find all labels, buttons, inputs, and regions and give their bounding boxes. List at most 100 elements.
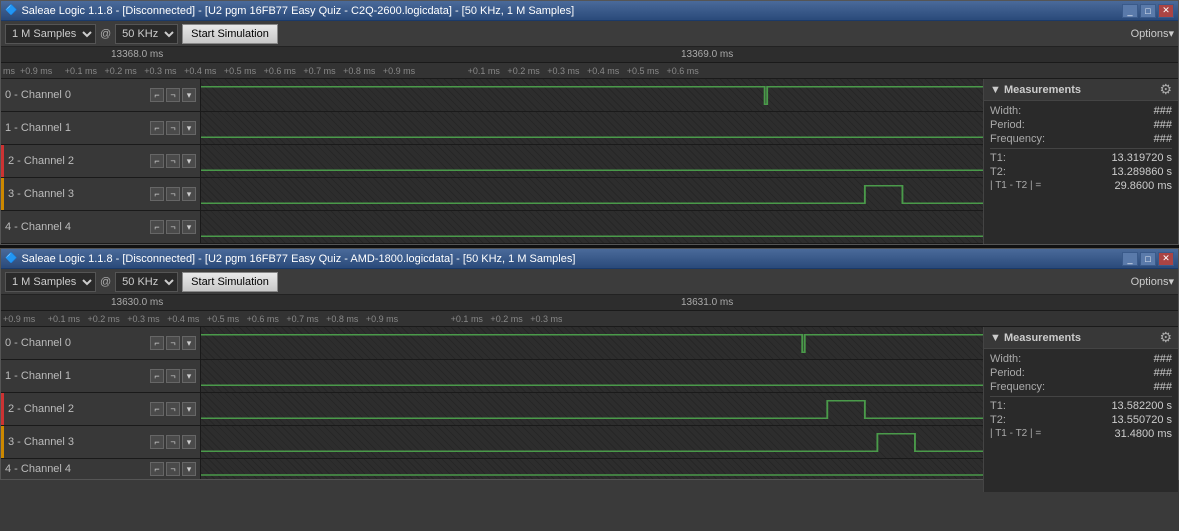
- ch-ctrl-c-0-1[interactable]: ▾: [182, 88, 196, 102]
- ch-ctrl-a-3-1[interactable]: ⌐: [150, 187, 164, 201]
- meas-freq-value-2: ###: [1154, 381, 1172, 393]
- toolbar-1: 1 M Samples @ 50 KHz Start Simulation Op…: [1, 21, 1178, 47]
- meas-period-value-1: ###: [1154, 119, 1172, 131]
- ch-ctrl-b-2-1[interactable]: ¬: [166, 154, 180, 168]
- channel-name-3-2: 3 - Channel 3: [8, 436, 74, 448]
- meas-freq-label-1: Frequency:: [990, 133, 1045, 145]
- channel-label-4-1: 4 - Channel 4 ⌐ ¬ ▾: [1, 211, 201, 243]
- ch-ctrl-a-3-2[interactable]: ⌐: [150, 435, 164, 449]
- options-btn-1[interactable]: Options▾: [1131, 27, 1174, 40]
- ch-ctrl-c-3-1[interactable]: ▾: [182, 187, 196, 201]
- meas-t1-row-2: T1: 13.582200 s: [990, 400, 1172, 412]
- samples-select-2[interactable]: 1 M Samples: [5, 272, 96, 292]
- channel-label-1-2: 1 - Channel 1 ⌐ ¬ ▾: [1, 360, 201, 392]
- channel-label-1-1: 1 - Channel 1 ⌐ ¬ ▾: [1, 112, 201, 144]
- ch-ctrl-a-1-1[interactable]: ⌐: [150, 121, 164, 135]
- ch-ctrl-a-2-2[interactable]: ⌐: [150, 402, 164, 416]
- measurements-body-1: Width: ### Period: ### Frequency: ### T1…: [984, 101, 1178, 198]
- ch-ctrl-b-1-1[interactable]: ¬: [166, 121, 180, 135]
- meas-diff-row-1: | T1 - T2 | = 29.8600 ms: [990, 180, 1172, 192]
- channel-label-0-1: 0 - Channel 0 ⌐ ¬ ▾: [1, 79, 201, 111]
- channel-name-0-1: 0 - Channel 0: [5, 89, 71, 101]
- ch-ctrl-c-1-2[interactable]: ▾: [182, 369, 196, 383]
- channel-name-2-2: 2 - Channel 2: [8, 403, 74, 415]
- meas-t2-value-1: 13.289860 s: [1111, 166, 1172, 178]
- meas-period-label-1: Period:: [990, 119, 1025, 131]
- options-btn-2[interactable]: Options▾: [1131, 275, 1174, 288]
- ch-ctrl-b-0-2[interactable]: ¬: [166, 336, 180, 350]
- meas-period-row-2: Period: ###: [990, 367, 1172, 379]
- ch-ctrl-a-0-1[interactable]: ⌐: [150, 88, 164, 102]
- channel-name-1-2: 1 - Channel 1: [5, 370, 71, 382]
- ch-ctrl-c-4-2[interactable]: ▾: [182, 462, 196, 476]
- window-controls-1: _ □ ✕: [1122, 4, 1174, 18]
- ch-ctrl-b-3-1[interactable]: ¬: [166, 187, 180, 201]
- timeline-bar-2: 13630.0 ms 13631.0 ms: [1, 295, 1178, 311]
- ch-ctrl-b-4-2[interactable]: ¬: [166, 462, 180, 476]
- measurements-header-2: ▼ Measurements ⚙: [984, 327, 1178, 349]
- measurements-title-2: ▼ Measurements: [990, 332, 1081, 344]
- ch-ctrl-c-0-2[interactable]: ▾: [182, 336, 196, 350]
- ch-ctrl-a-0-2[interactable]: ⌐: [150, 336, 164, 350]
- ch-ctrl-c-2-2[interactable]: ▾: [182, 402, 196, 416]
- ch-ctrl-c-3-2[interactable]: ▾: [182, 435, 196, 449]
- ch-ctrl-c-1-1[interactable]: ▾: [182, 121, 196, 135]
- measurements-header-1: ▼ Measurements ⚙: [984, 79, 1178, 101]
- channel-label-2-2: 2 - Channel 2 ⌐ ¬ ▾: [1, 393, 201, 425]
- channel-label-3-2: 3 - Channel 3 ⌐ ¬ ▾: [1, 426, 201, 458]
- meas-freq-row-1: Frequency: ###: [990, 133, 1172, 145]
- ch-ctrl-b-1-2[interactable]: ¬: [166, 369, 180, 383]
- samples-select-1[interactable]: 1 M Samples: [5, 24, 96, 44]
- title-bar-2: 🔷 Saleae Logic 1.1.8 - [Disconnected] - …: [1, 249, 1178, 269]
- channel-controls-2-2: ⌐ ¬ ▾: [150, 402, 196, 416]
- minimize-btn-2[interactable]: _: [1122, 252, 1138, 266]
- ch-ctrl-b-4-1[interactable]: ¬: [166, 220, 180, 234]
- measurements-title-1: ▼ Measurements: [990, 84, 1081, 96]
- meas-t1-label-1: T1:: [990, 152, 1006, 164]
- meas-period-row-1: Period: ###: [990, 119, 1172, 131]
- ch-ctrl-a-1-2[interactable]: ⌐: [150, 369, 164, 383]
- app-icon-1: 🔷: [5, 5, 17, 16]
- meas-width-value-2: ###: [1154, 353, 1172, 365]
- maximize-btn-1[interactable]: □: [1140, 4, 1156, 18]
- window-title-2: Saleae Logic 1.1.8 - [Disconnected] - [U…: [21, 253, 575, 265]
- meas-t2-label-1: T2:: [990, 166, 1006, 178]
- meas-t2-value-2: 13.550720 s: [1111, 414, 1172, 426]
- channel-name-2-1: 2 - Channel 2: [8, 155, 74, 167]
- ch-ctrl-c-2-1[interactable]: ▾: [182, 154, 196, 168]
- measurements-body-2: Width: ### Period: ### Frequency: ### T1…: [984, 349, 1178, 446]
- time-left-2: 13630.0 ms: [111, 297, 163, 308]
- close-btn-2[interactable]: ✕: [1158, 252, 1174, 266]
- meas-width-value-1: ###: [1154, 105, 1172, 117]
- meas-t2-row-1: T2: 13.289860 s: [990, 166, 1172, 178]
- ch-ctrl-a-4-2[interactable]: ⌐: [150, 462, 164, 476]
- ch-ctrl-b-2-2[interactable]: ¬: [166, 402, 180, 416]
- ch-ctrl-b-0-1[interactable]: ¬: [166, 88, 180, 102]
- ch-ctrl-a-2-1[interactable]: ⌐: [150, 154, 164, 168]
- start-sim-btn-2[interactable]: Start Simulation: [182, 272, 278, 292]
- window-controls-2: _ □ ✕: [1122, 252, 1174, 266]
- close-btn-1[interactable]: ✕: [1158, 4, 1174, 18]
- channel-label-2-1: 2 - Channel 2 ⌐ ¬ ▾: [1, 145, 201, 177]
- window-2: 🔷 Saleae Logic 1.1.8 - [Disconnected] - …: [0, 248, 1179, 480]
- channel-name-3-1: 3 - Channel 3: [8, 188, 74, 200]
- gear-icon-1[interactable]: ⚙: [1159, 81, 1172, 98]
- channels-area-2: ▼ Measurements ⚙ Width: ### Period: ### …: [1, 327, 1178, 479]
- minimize-btn-1[interactable]: _: [1122, 4, 1138, 18]
- freq-select-2[interactable]: 50 KHz: [115, 272, 178, 292]
- maximize-btn-2[interactable]: □: [1140, 252, 1156, 266]
- time-right-2: 13631.0 ms: [681, 297, 733, 308]
- channel-controls-3-2: ⌐ ¬ ▾: [150, 435, 196, 449]
- meas-freq-row-2: Frequency: ###: [990, 381, 1172, 393]
- ch-ctrl-a-4-1[interactable]: ⌐: [150, 220, 164, 234]
- meas-diff-value-2: 31.4800 ms: [1115, 428, 1172, 440]
- meas-diff-label-2: | T1 - T2 | =: [990, 428, 1041, 440]
- gear-icon-2[interactable]: ⚙: [1159, 329, 1172, 346]
- start-sim-btn-1[interactable]: Start Simulation: [182, 24, 278, 44]
- freq-select-1[interactable]: 50 KHz: [115, 24, 178, 44]
- title-bar-left-2: 🔷 Saleae Logic 1.1.8 - [Disconnected] - …: [5, 253, 575, 265]
- meas-diff-value-1: 29.8600 ms: [1115, 180, 1172, 192]
- ch-ctrl-b-3-2[interactable]: ¬: [166, 435, 180, 449]
- meas-width-label-2: Width:: [990, 353, 1021, 365]
- ch-ctrl-c-4-1[interactable]: ▾: [182, 220, 196, 234]
